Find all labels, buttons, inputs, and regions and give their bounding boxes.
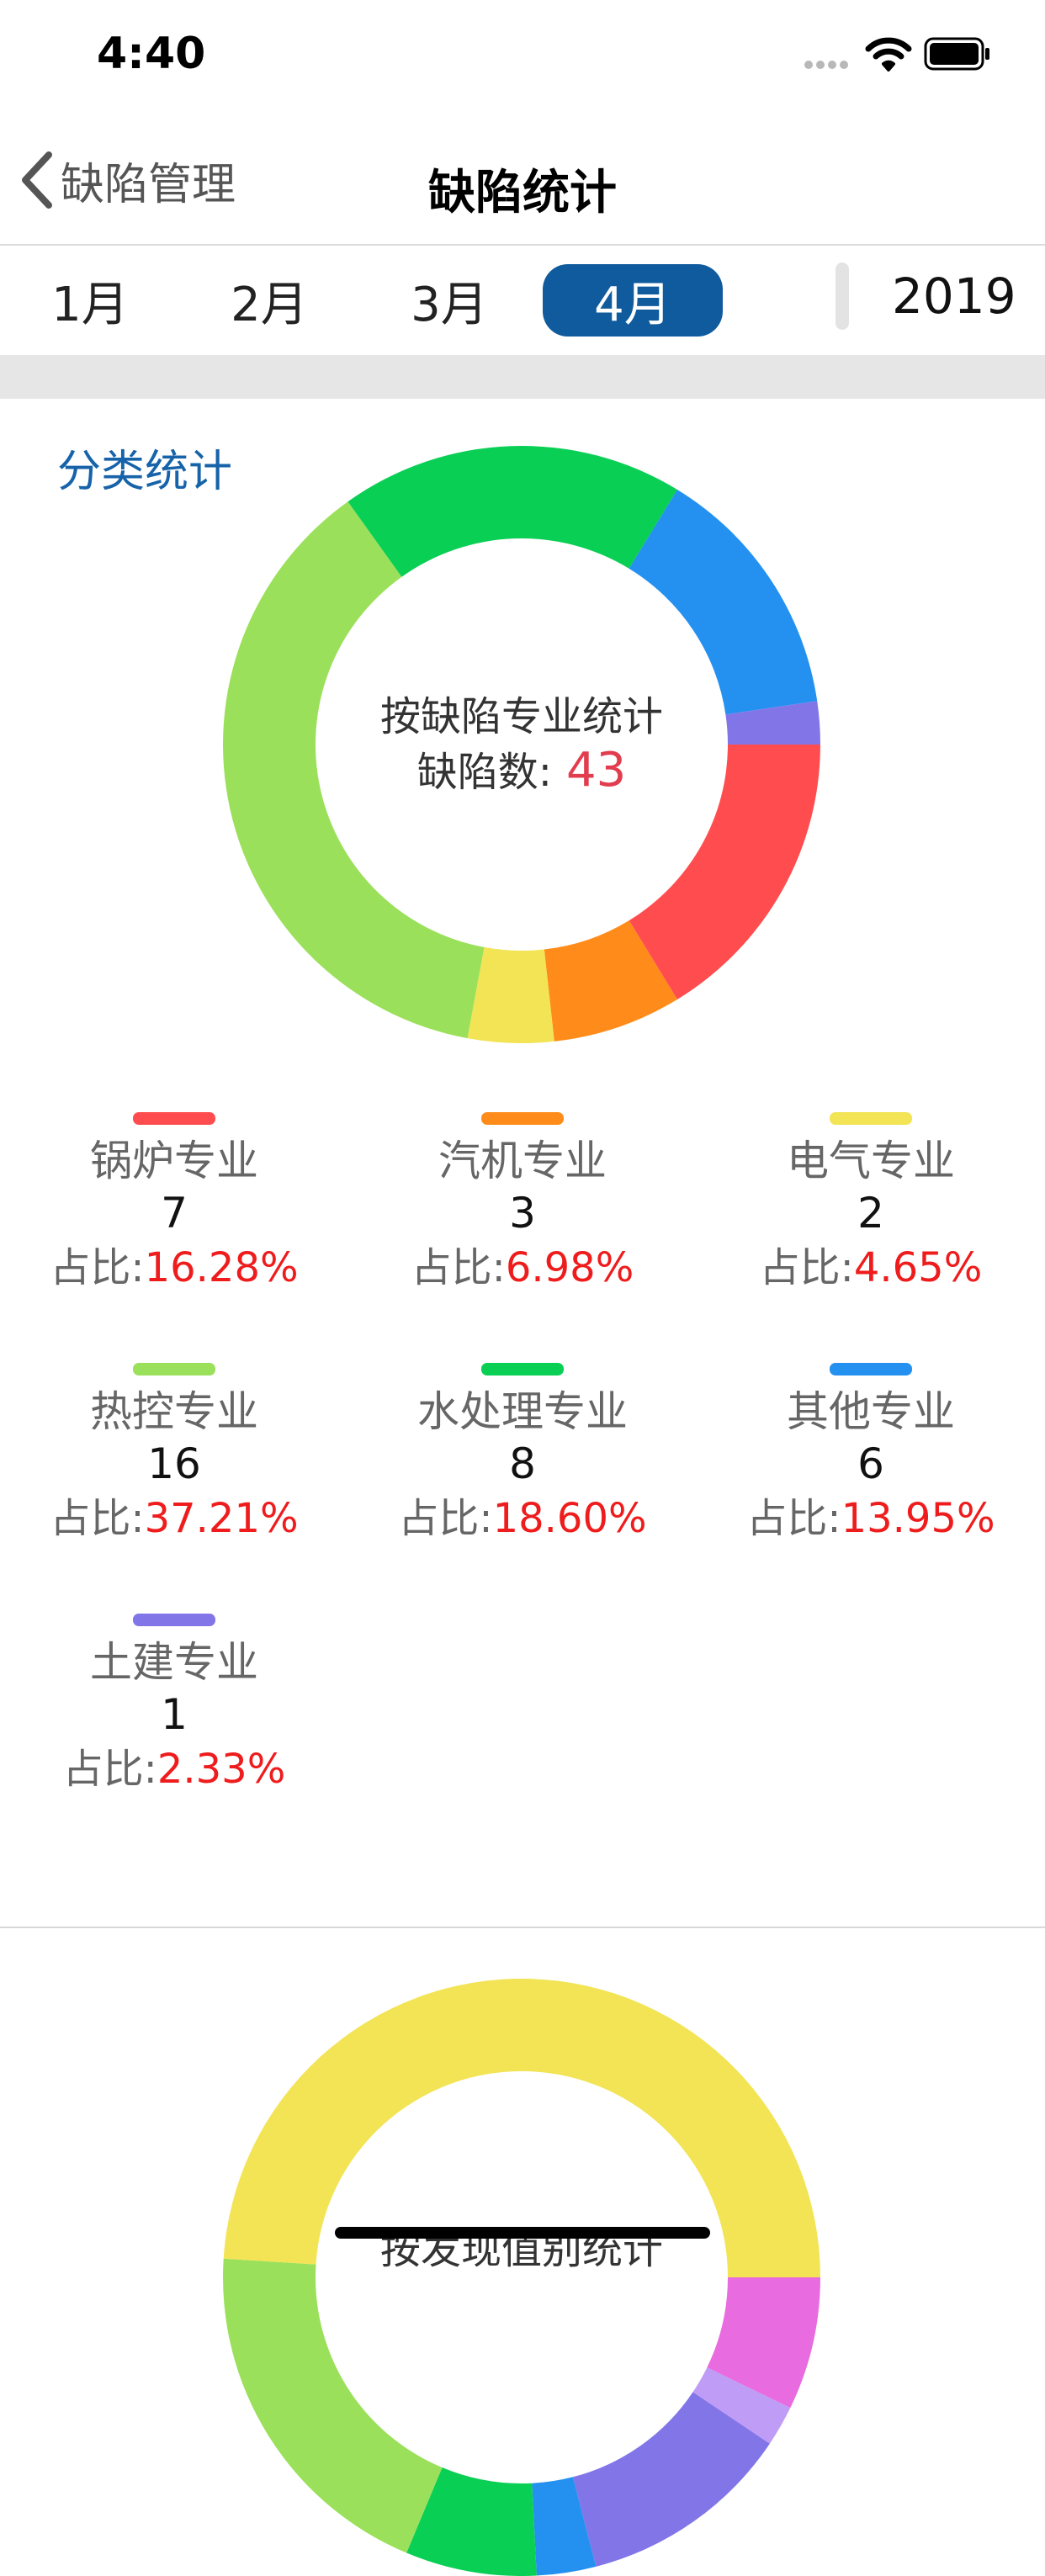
legend-name: 汽机专业 xyxy=(438,1137,607,1185)
legend-color-bar xyxy=(481,1363,564,1375)
donut-center-count-label: 缺陷数: xyxy=(417,749,552,796)
legend-item-turbine: 汽机专业 3 占比:6.98% xyxy=(384,1112,661,1296)
donut-center-count: 43 xyxy=(566,743,626,798)
legend-count: 2 xyxy=(857,1189,884,1238)
legend-color-bar xyxy=(830,1363,912,1375)
status-time: 4:40 xyxy=(97,29,206,79)
legend-name: 热控专业 xyxy=(90,1387,258,1436)
legend-item-civil: 土建专业 1 占比:2.33% xyxy=(35,1614,313,1798)
navigation-bar: 缺陷管理 缺陷统计 xyxy=(0,111,1045,246)
section-divider xyxy=(0,1927,1045,1928)
legend-color-bar xyxy=(133,1112,215,1125)
donut-center-count-row: 缺陷数: 43 xyxy=(417,743,627,798)
legend-ratio: 占比:4.65% xyxy=(732,1239,1010,1296)
legend-count: 8 xyxy=(509,1439,536,1488)
battery-icon xyxy=(924,37,989,71)
legend-item-electrical: 电气专业 2 占比:4.65% xyxy=(732,1112,1010,1296)
ratio-value: 37.21% xyxy=(144,1495,299,1542)
ratio-value: 16.28% xyxy=(144,1244,299,1291)
legend-ratio: 占比:16.28% xyxy=(35,1239,313,1296)
scroll-indicator xyxy=(835,262,849,330)
specialty-donut-chart: 按缺陷专业统计 缺陷数: 43 xyxy=(223,446,820,1043)
ratio-value: 2.33% xyxy=(156,1746,286,1793)
legend-name: 电气专业 xyxy=(787,1137,955,1185)
donut-center-title: 按缺陷专业统计 xyxy=(380,693,663,740)
month-tab-mar[interactable]: 3月 xyxy=(359,264,539,337)
section-title: 分类统计 xyxy=(57,447,233,497)
legend-ratio: 占比:2.33% xyxy=(35,1741,313,1798)
legend-count: 1 xyxy=(161,1690,188,1739)
month-selector: 1月 2月 3月 4月 2019 xyxy=(0,246,1045,355)
month-tab-apr[interactable]: 4月 xyxy=(543,264,723,337)
legend-color-bar xyxy=(133,1614,215,1626)
specialty-slice-0 xyxy=(629,745,820,1000)
legend-name: 水处理专业 xyxy=(417,1387,628,1436)
ratio-value: 13.95% xyxy=(841,1495,995,1542)
year-selector[interactable]: 2019 xyxy=(892,268,1016,325)
legend-name: 锅炉专业 xyxy=(90,1137,258,1185)
ratio-label: 占比: xyxy=(411,1244,506,1291)
legend-ratio: 占比:13.95% xyxy=(732,1490,1010,1547)
legend-item-other: 其他专业 6 占比:13.95% xyxy=(732,1363,1010,1547)
shift-slice-5 xyxy=(223,2258,443,2553)
section-separator xyxy=(0,355,1045,399)
legend-item-boiler: 锅炉专业 7 占比:16.28% xyxy=(35,1112,313,1296)
legend-color-bar xyxy=(481,1112,564,1125)
wifi-icon xyxy=(865,37,912,72)
legend-count: 6 xyxy=(857,1439,884,1488)
status-bar: 4:40 xyxy=(0,0,1045,111)
ratio-label: 占比: xyxy=(62,1746,157,1793)
ratio-label: 占比: xyxy=(50,1244,145,1291)
ratio-value: 6.98% xyxy=(505,1244,634,1291)
ratio-label: 占比: xyxy=(759,1244,854,1291)
ratio-value: 18.60% xyxy=(492,1495,647,1542)
ratio-label: 占比: xyxy=(50,1495,145,1542)
legend-item-thermal-control: 热控专业 16 占比:37.21% xyxy=(35,1363,313,1547)
ratio-value: 4.65% xyxy=(853,1244,983,1291)
ratio-label: 占比: xyxy=(398,1495,493,1542)
legend-item-water-treatment: 水处理专业 8 占比:18.60% xyxy=(384,1363,661,1547)
legend-ratio: 占比:37.21% xyxy=(35,1490,313,1547)
shift-donut-chart: 按发现值别统计 xyxy=(223,1979,820,2576)
legend-ratio: 占比:18.60% xyxy=(384,1490,661,1547)
legend-color-bar xyxy=(830,1112,912,1125)
legend-name: 其他专业 xyxy=(787,1387,955,1436)
specialty-slice-4 xyxy=(347,446,677,577)
specialty-slice-5 xyxy=(629,489,818,715)
legend-count: 3 xyxy=(509,1189,536,1238)
legend-color-bar xyxy=(133,1363,215,1375)
month-tab-jan[interactable]: 1月 xyxy=(0,264,180,337)
month-tab-feb[interactable]: 2月 xyxy=(179,264,359,337)
cellular-signal-icon xyxy=(804,61,848,69)
legend-ratio: 占比:6.98% xyxy=(384,1239,661,1296)
legend-count: 7 xyxy=(161,1189,188,1238)
legend-name: 土建专业 xyxy=(90,1638,258,1687)
page-title: 缺陷统计 xyxy=(428,166,617,220)
ratio-label: 占比: xyxy=(746,1495,841,1542)
home-indicator xyxy=(335,2227,710,2239)
legend-count: 16 xyxy=(147,1439,201,1488)
